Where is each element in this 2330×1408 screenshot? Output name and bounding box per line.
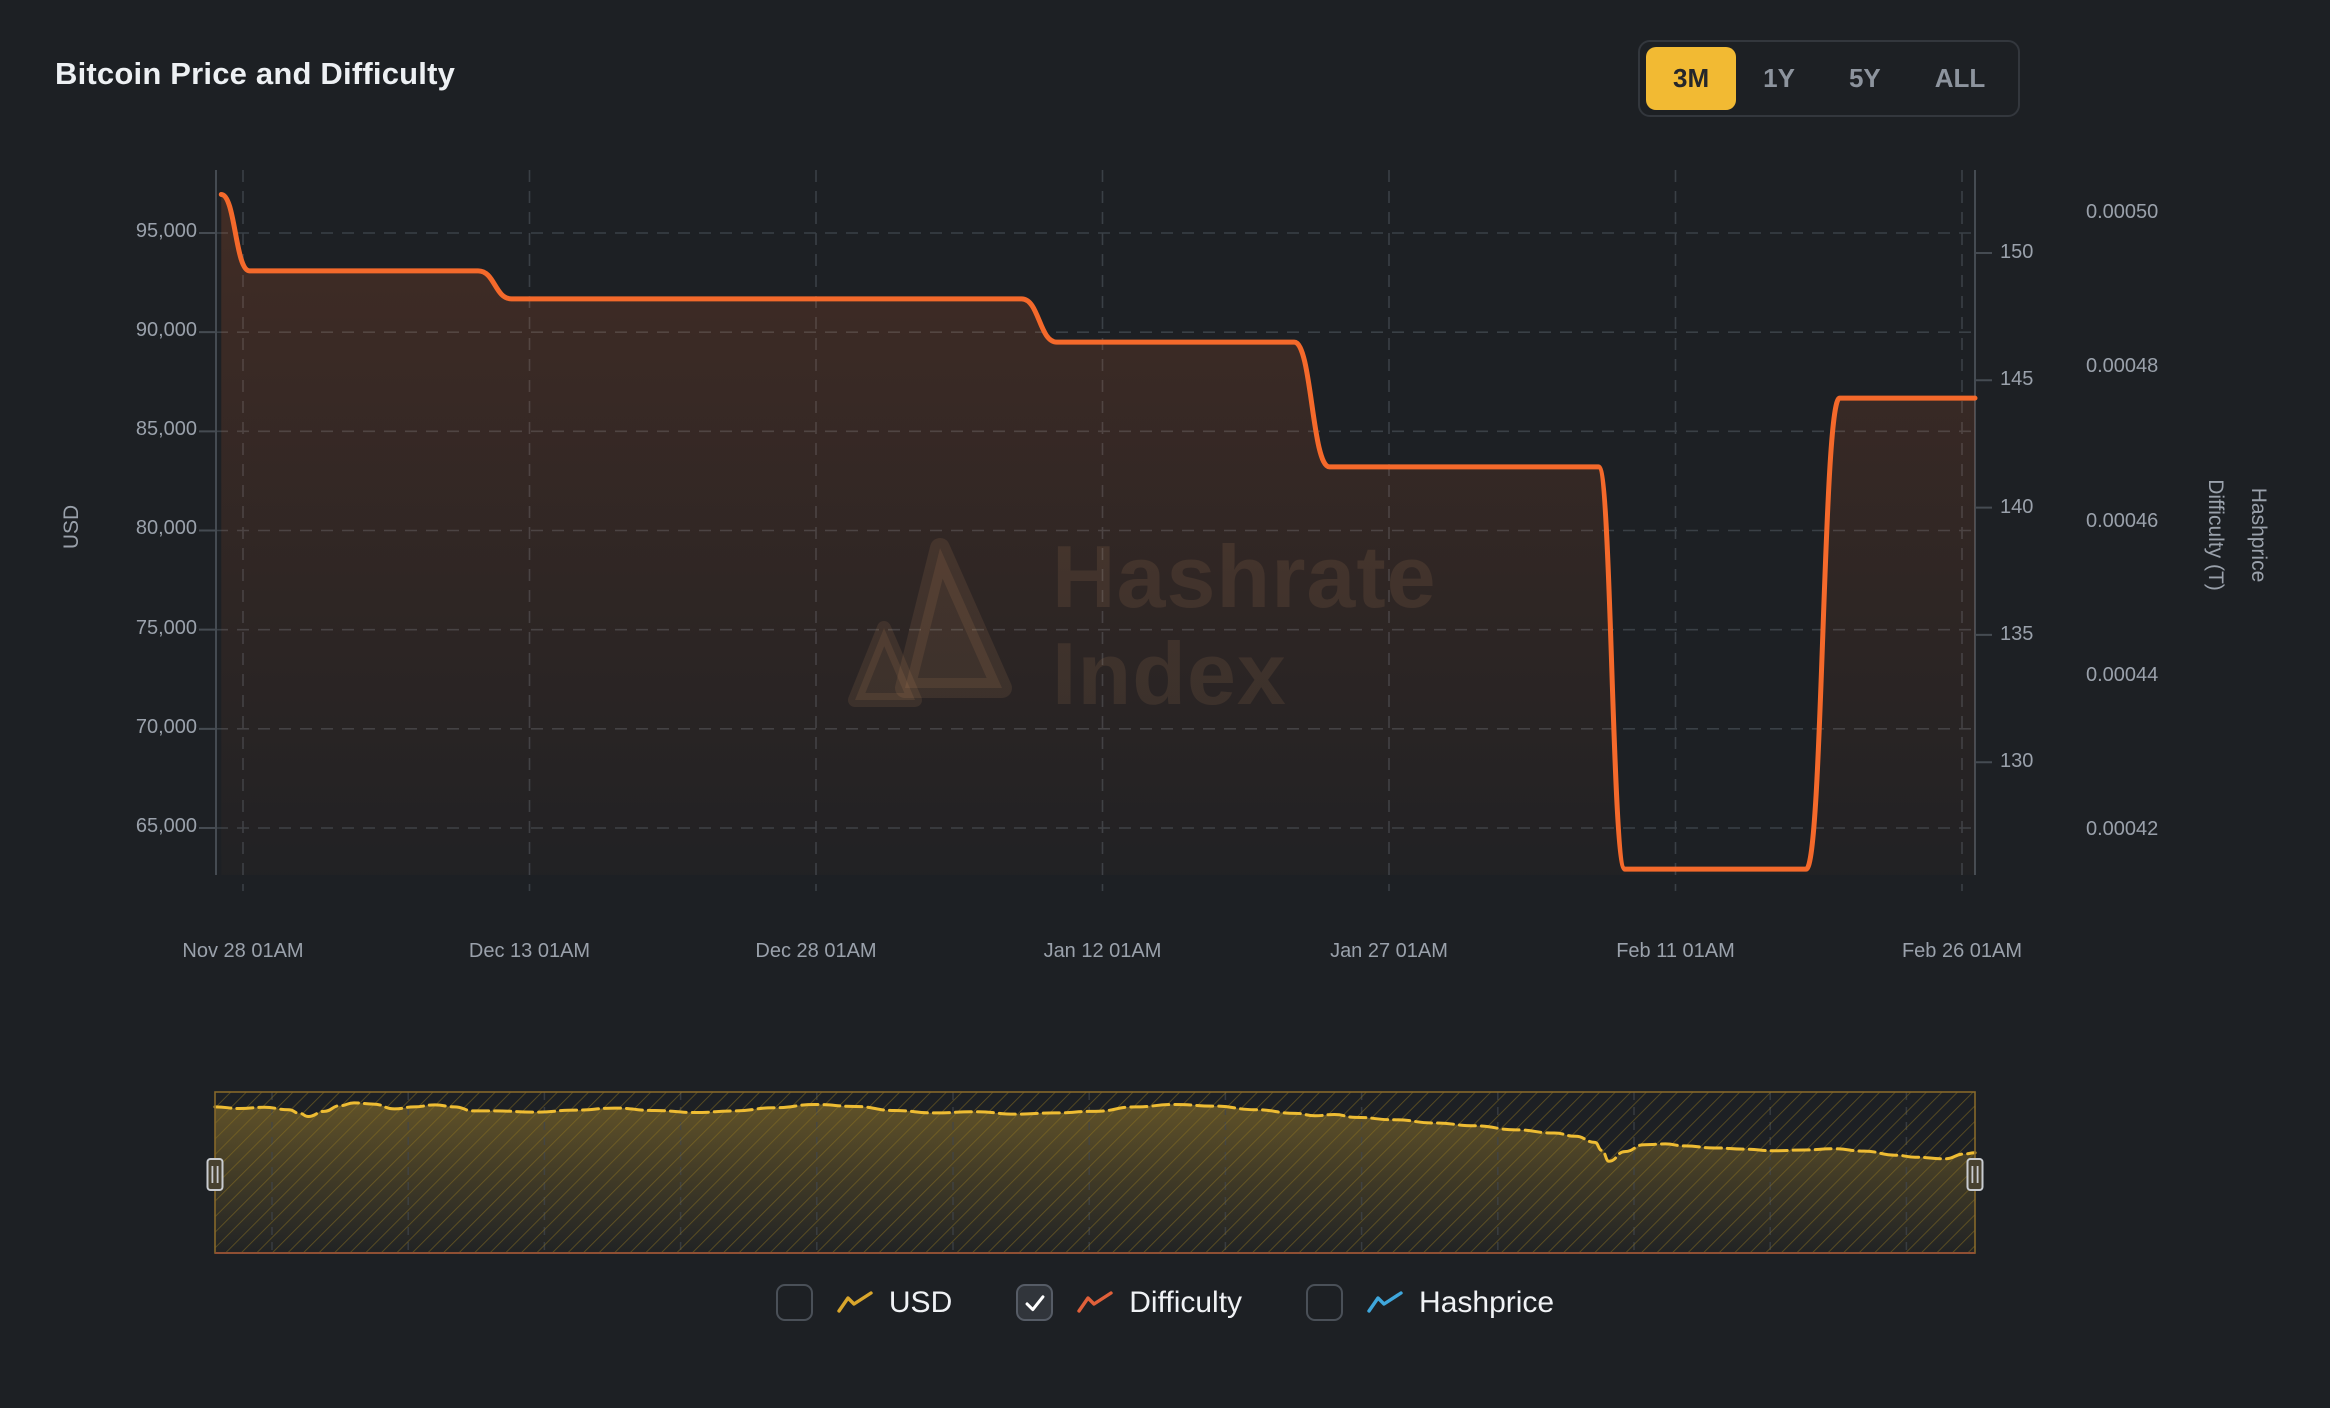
hashprice-tick-label: 0.00046 [2086, 510, 2158, 533]
usd-legend-label[interactable]: USD [889, 1286, 952, 1320]
hashprice-checkbox[interactable] [1306, 1284, 1343, 1321]
legend-item-hashprice[interactable]: Hashprice [1306, 1284, 1554, 1321]
usd-series-icon [837, 1290, 875, 1316]
usd-tick-label: 95,000 [57, 220, 197, 243]
hashprice-tick-label: 0.00042 [2086, 818, 2158, 841]
usd-axis-title: USD [57, 467, 87, 587]
date-tick-label: Feb 11 01AM [1586, 940, 1766, 963]
navigator[interactable] [208, 1092, 1983, 1253]
hashprice-tick-label: 0.00044 [2086, 664, 2158, 687]
difficulty-series-icon [1077, 1290, 1115, 1316]
legend-item-difficulty[interactable]: Difficulty [1016, 1284, 1242, 1321]
date-tick-label: Feb 26 01AM [1872, 940, 2052, 963]
navigator-right-handle[interactable] [1968, 1159, 1983, 1190]
difficulty-axis-title: Difficulty (T) [2194, 380, 2237, 690]
date-tick-label: Jan 27 01AM [1299, 940, 1479, 963]
hashprice-legend-label[interactable]: Hashprice [1419, 1286, 1554, 1320]
date-tick-label: Nov 28 01AM [153, 940, 333, 963]
legend-item-usd[interactable]: USD [776, 1284, 952, 1321]
difficulty-tick-label: 140 [2000, 496, 2033, 519]
hashprice-axis-title: Hashprice [2237, 380, 2280, 690]
difficulty-tick-label: 145 [2000, 368, 2033, 391]
usd-tick-label: 85,000 [57, 418, 197, 441]
usd-checkbox[interactable] [776, 1284, 813, 1321]
date-tick-label: Dec 13 01AM [440, 940, 620, 963]
difficulty-tick-label: 135 [2000, 623, 2033, 646]
usd-tick-label: 65,000 [57, 815, 197, 838]
check-icon [1020, 1288, 1050, 1318]
bitcoin-price-difficulty-chart-page: Bitcoin Price and Difficulty 3M 1Y 5Y AL… [0, 0, 2330, 1408]
difficulty-tick-label: 130 [2000, 750, 2033, 773]
difficulty-checkbox[interactable] [1016, 1284, 1053, 1321]
navigator-hatch [215, 1092, 1975, 1253]
usd-tick-label: 90,000 [57, 319, 197, 342]
hashprice-series-icon [1367, 1290, 1405, 1316]
watermark-line1: Hashrate [1052, 528, 1437, 625]
series-legend: USD Difficulty Hashprice [0, 1284, 2330, 1321]
right-axis-titles: Hashprice Difficulty (T) [2192, 380, 2282, 690]
watermark-line2: Index [1052, 625, 1437, 722]
hashprice-tick-label: 0.00050 [2086, 201, 2158, 224]
usd-tick-label: 75,000 [57, 617, 197, 640]
difficulty-tick-label: 150 [2000, 241, 2033, 264]
navigator-left-handle[interactable] [208, 1159, 223, 1190]
usd-tick-label: 70,000 [57, 716, 197, 739]
date-tick-label: Jan 12 01AM [1013, 940, 1193, 963]
difficulty-legend-label[interactable]: Difficulty [1129, 1286, 1242, 1320]
watermark-text: Hashrate Index [1052, 528, 1437, 722]
date-tick-label: Dec 28 01AM [726, 940, 906, 963]
hashprice-tick-label: 0.00048 [2086, 355, 2158, 378]
